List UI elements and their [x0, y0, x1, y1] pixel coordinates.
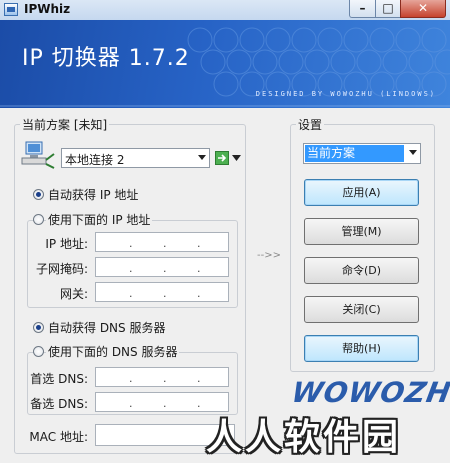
- auto-ip-radio[interactable]: [33, 189, 44, 200]
- maximize-button[interactable]: □: [375, 0, 401, 18]
- banner-subtitle: DESIGNED BY WOWOZHU (LINDOWS): [255, 90, 436, 98]
- connection-select[interactable]: 本地连接 2: [61, 148, 210, 168]
- alternate-dns-label: 备选 DNS:: [30, 397, 88, 411]
- manual-ip-radio[interactable]: [33, 214, 44, 225]
- banner-title: IP 切换器 1.7.2: [22, 46, 190, 71]
- auto-ip-label: 自动获得 IP 地址: [48, 188, 139, 202]
- gateway-field[interactable]: . . .: [95, 282, 229, 302]
- scheme-select[interactable]: 当前方案: [303, 143, 421, 164]
- connection-select-value: 本地连接 2: [65, 153, 125, 167]
- help-button[interactable]: 帮助(H): [304, 335, 419, 362]
- command-button[interactable]: 命令(D): [304, 257, 419, 284]
- scheme-select-value: 当前方案: [305, 145, 404, 162]
- mac-address-label: MAC 地址:: [29, 430, 88, 444]
- main-panel: 当前方案 [未知] 本地连接 2 自动获得 IP 地址 使用下面的 IP 地址 …: [0, 108, 450, 463]
- subnet-mask-field[interactable]: . . .: [95, 257, 229, 277]
- manage-button[interactable]: 管理(M): [304, 218, 419, 245]
- settings-label: 设置: [296, 116, 325, 133]
- minimize-button[interactable]: –: [349, 0, 376, 18]
- arrow-indicator: -->>: [257, 250, 281, 261]
- network-connection-icon: [21, 141, 55, 169]
- header-banner: IP 切换器 1.7.2 DESIGNED BY WOWOZHU (LINDOW…: [0, 20, 450, 108]
- subnet-mask-label: 子网掩码:: [35, 262, 88, 276]
- title-bar: IPWhiz – □ ✕: [0, 0, 450, 21]
- gateway-label: 网关:: [59, 287, 88, 301]
- chevron-down-icon: [198, 155, 206, 160]
- ip-address-field[interactable]: . . .: [95, 232, 229, 252]
- close-window-button[interactable]: ✕: [400, 0, 446, 18]
- preferred-dns-field[interactable]: . . .: [95, 367, 229, 387]
- current-scheme-label: 当前方案 [未知]: [20, 116, 110, 133]
- auto-dns-label: 自动获得 DNS 服务器: [48, 321, 166, 335]
- chevron-down-icon: [409, 150, 417, 155]
- close-button[interactable]: 关闭(C): [304, 296, 419, 323]
- refresh-icon[interactable]: [215, 151, 229, 165]
- app-icon: [4, 3, 18, 16]
- preferred-dns-label: 首选 DNS:: [30, 372, 88, 386]
- manual-dns-radio[interactable]: [33, 346, 44, 357]
- site-watermark: 人人软件园: [206, 417, 402, 458]
- auto-dns-radio[interactable]: [33, 322, 44, 333]
- window-title: IPWhiz: [24, 2, 71, 16]
- refresh-dropdown-icon[interactable]: [232, 155, 241, 161]
- wowozhu-logo: WOWOZHU: [289, 376, 450, 409]
- apply-button[interactable]: 应用(A): [304, 179, 419, 206]
- ip-address-label: IP 地址:: [45, 237, 88, 251]
- manual-dns-label: 使用下面的 DNS 服务器: [46, 343, 180, 360]
- manual-ip-label: 使用下面的 IP 地址: [46, 211, 153, 228]
